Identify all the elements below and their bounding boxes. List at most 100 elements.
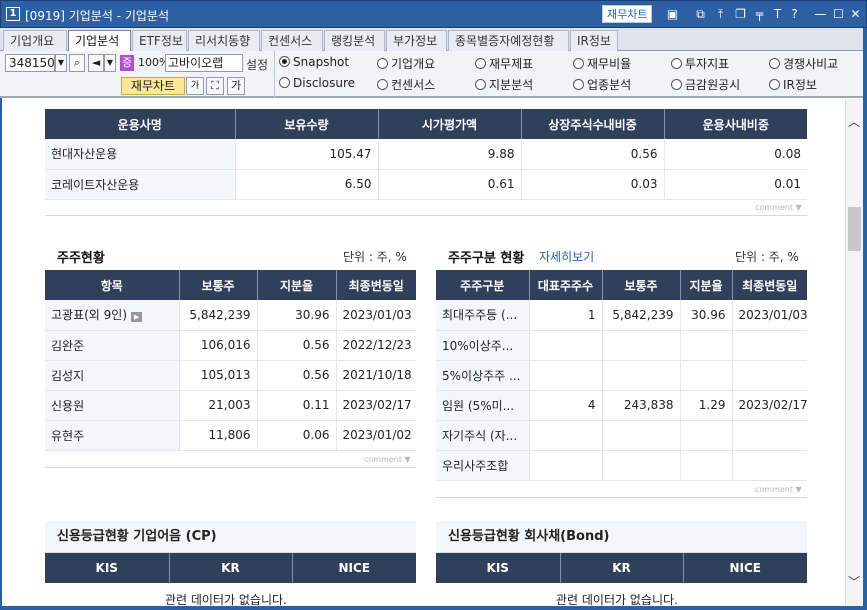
radio-company-overview[interactable]: 기업개요 (377, 55, 435, 72)
shareholders-title: 주주현황 (57, 251, 105, 266)
radio-competitor-comparison[interactable]: 경쟁사비교 (769, 55, 838, 72)
search-icon[interactable]: ⌕ (69, 54, 85, 72)
table-cell (732, 450, 807, 481)
scroll-up-icon[interactable]: ︿ (848, 113, 860, 130)
table-cell: 1.29 (680, 390, 733, 421)
content-area: 운용사명 보유수량 시가평가액 상장주식수내비중 운용사내비중 현대자산운용 1… (0, 99, 845, 606)
minimize-icon[interactable]: — (813, 6, 828, 22)
table-cell: 0.61 (378, 169, 522, 200)
radio-financial-statements[interactable]: 재무제표 (475, 55, 533, 72)
radio-financial-ratios[interactable]: 재무비율 (573, 55, 631, 72)
table-cell: 243,838 (602, 390, 681, 421)
tab-company-analysis[interactable]: 기업분석 (68, 30, 131, 52)
column-header: 지분율 (680, 270, 733, 300)
tab-ranking[interactable]: 랭킹분석 (324, 30, 385, 51)
table-cell: 자기주식 (자... (436, 420, 530, 451)
fund-holdings-table: 운용사명 보유수량 시가평가액 상장주식수내비중 운용사내비중 현대자산운용 1… (45, 109, 807, 200)
resize-icon[interactable]: ⛶ (206, 77, 224, 95)
table-cell: 0.08 (664, 139, 807, 170)
font-size-down-button[interactable]: 가 (186, 77, 204, 95)
holder-type-table: 주주구분 대표주주수 보통주 지분율 최종변동일 최대주주등 (... 1 5,… (436, 270, 807, 481)
table-cell: 우리사주조합 (436, 450, 530, 481)
expand-arrow-icon[interactable]: ▶ (131, 312, 143, 323)
stock-code-input[interactable]: 348150 (5, 54, 55, 72)
text-icon[interactable]: T (770, 6, 785, 22)
tab-ir-info[interactable]: IR정보 (570, 30, 618, 51)
comment-toggle[interactable]: comment ▼ (755, 203, 802, 212)
tab-consensus[interactable]: 컨센서스 (261, 30, 323, 51)
table-cell (602, 360, 681, 391)
column-header: 운용사명 (45, 109, 236, 139)
table-cell: 2023/01/02 (336, 420, 416, 451)
table-cell (529, 330, 603, 361)
speaker-icon[interactable]: ◄ (88, 54, 104, 72)
table-cell[interactable]: 고광표(외 9인) ▶ (45, 300, 180, 331)
tab-bar: 기업개요 기업분석 ETF정보 리서치동향 컨센서스 랭킹분석 부가정보 종목별… (0, 28, 867, 52)
radio-ownership-analysis[interactable]: 지분분석 (475, 76, 533, 93)
table-cell: 김완준 (45, 330, 180, 361)
details-link[interactable]: 자세히보기 (539, 248, 594, 265)
table-cell: 106,016 (179, 330, 258, 361)
column-header: 최종변동일 (336, 270, 416, 300)
margin-badge: 증 (120, 55, 134, 71)
tab-company-overview[interactable]: 기업개요 (3, 30, 67, 51)
company-name-field[interactable]: 고바이오랩 (165, 54, 243, 72)
section-divider (45, 467, 416, 468)
pin-top-icon[interactable]: ⤒ (713, 6, 728, 22)
scroll-down-icon[interactable]: ﹀ (848, 573, 860, 590)
vertical-scrollbar[interactable]: ︿ ﹀ (845, 99, 863, 606)
scroll-thumb[interactable] (848, 207, 861, 251)
radio-snapshot[interactable]: Snapshot (279, 55, 349, 69)
table-cell: 2023/01/03 (732, 300, 807, 331)
title-bar: 1 [0919] 기업분석 - 기업분석 재무차트 ▣ ⧉ ⤒ ❐ ╤ T ? … (0, 0, 867, 28)
chevron-down-icon[interactable]: ▼ (55, 54, 67, 72)
window-icon[interactable]: ▣ (665, 6, 680, 22)
tab-capital-increase[interactable]: 종목별증자예정현황 (448, 30, 569, 51)
credit-cp-table: KIS KR NICE (45, 553, 416, 583)
close-icon[interactable]: ✕ (848, 6, 863, 22)
column-header: 상장주식수내비중 (521, 109, 665, 139)
copy-window-icon[interactable]: ⧉ (693, 6, 708, 22)
comment-toggle[interactable]: comment ▼ (755, 485, 802, 494)
table-header-row: 주주구분 대표주주수 보통주 지분율 최종변동일 (436, 270, 807, 300)
radio-disclosure[interactable]: Disclosure (279, 76, 355, 90)
radio-ir-info[interactable]: IR정보 (769, 76, 817, 93)
speaker-dropdown-icon[interactable]: ▼ (104, 54, 116, 72)
tab-etf-info[interactable]: ETF정보 (132, 30, 187, 51)
maximize-icon[interactable]: ☐ (831, 6, 846, 22)
table-row: 김성지 105,013 0.56 2021/10/18 (45, 360, 416, 391)
font-size-up-button[interactable]: 가 (227, 77, 245, 95)
table-cell: 2021/10/18 (336, 360, 416, 391)
window-frame (863, 28, 867, 610)
restore-icon[interactable]: ❐ (733, 6, 748, 22)
table-cell: 5,842,239 (602, 300, 681, 331)
column-header: 시가평가액 (378, 109, 522, 139)
column-header: KIS (436, 553, 561, 583)
fin-chart-title-button[interactable]: 재무차트 (602, 5, 653, 23)
window-frame (0, 606, 867, 610)
section-divider (436, 497, 807, 498)
table-cell: 1 (529, 300, 603, 331)
radio-consensus[interactable]: 컨센서스 (377, 76, 435, 93)
pushpin-icon[interactable]: ╤ (752, 6, 767, 22)
comment-toggle[interactable]: comment ▼ (364, 455, 411, 464)
table-row: 현대자산운용 105.47 9.88 0.56 0.08 (45, 139, 807, 170)
settings-button[interactable]: 설정 (246, 56, 268, 73)
table-cell: 임원 (5%미... (436, 390, 530, 421)
table-cell (732, 360, 807, 391)
help-icon[interactable]: ? (787, 6, 802, 22)
table-header-row: 항목 보통주 지분율 최종변동일 (45, 270, 416, 300)
no-data-message: 관련 데이터가 없습니다. (556, 593, 678, 606)
no-data-message: 관련 데이터가 없습니다. (165, 593, 287, 606)
radio-investment-indicators[interactable]: 투자지표 (671, 55, 729, 72)
column-header: KR (560, 553, 684, 583)
column-header: 대표주주수 (529, 270, 603, 300)
radio-industry-analysis[interactable]: 업종분석 (573, 76, 631, 93)
tab-research[interactable]: 리서치동향 (188, 30, 260, 51)
fin-chart-button[interactable]: 재무차트 (121, 77, 185, 95)
tab-additional-info[interactable]: 부가정보 (386, 30, 447, 51)
table-cell: 105,013 (179, 360, 258, 391)
table-cell (680, 450, 733, 481)
radio-fss-disclosure[interactable]: 금감원공시 (671, 76, 740, 93)
table-cell (680, 360, 733, 391)
